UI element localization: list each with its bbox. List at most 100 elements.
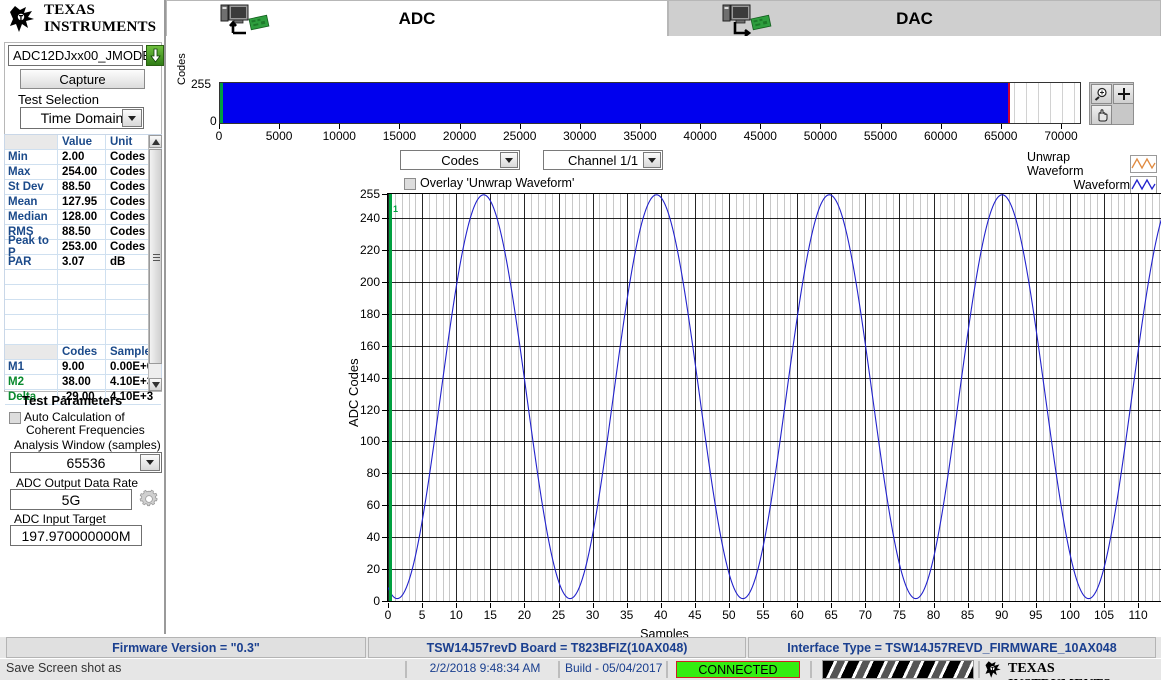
- legend-item-unwrap-waveform[interactable]: Unwrap Waveform: [1027, 150, 1157, 178]
- chevron-down-icon[interactable]: [500, 152, 518, 168]
- test-selection-label: Test Selection: [18, 92, 99, 107]
- main-chart-xtick-label: 15: [483, 608, 497, 622]
- overview-cursor-2[interactable]: [1008, 83, 1011, 123]
- main-chart-xtick-label: 65: [824, 608, 838, 622]
- stat-value: 2.00: [57, 150, 105, 164]
- table-row-empty: [5, 330, 161, 345]
- chart-legend: Unwrap Waveform Waveform: [1027, 150, 1157, 197]
- crosshair-plus-button[interactable]: [1113, 84, 1134, 104]
- download-button[interactable]: [146, 45, 164, 66]
- scrollbar-thumb[interactable]: [149, 149, 162, 364]
- main-chart-xtick-label: 60: [790, 608, 804, 622]
- stat-name: Min: [8, 151, 28, 163]
- table-row[interactable]: M2 38.00 4.10E+3: [5, 375, 161, 390]
- overview-y-axis-label: Codes: [176, 53, 188, 85]
- auto-calculation-checkbox[interactable]: [9, 412, 21, 424]
- stat-unit: Codes: [105, 180, 150, 194]
- main-chart-plot[interactable]: 1: [387, 193, 1161, 602]
- ti-logo-line2: INSTRUMENTS: [44, 19, 157, 35]
- analysis-window-select[interactable]: 65536: [10, 452, 162, 473]
- tab-dac[interactable]: DAC: [668, 0, 1161, 36]
- stat-value: 254.00: [57, 165, 105, 179]
- activity-stripes-indicator: [822, 660, 974, 679]
- save-screenshot-label[interactable]: Save Screen shot as: [6, 661, 121, 675]
- table-row-empty: [5, 285, 161, 300]
- pan-hand-button[interactable]: [1091, 105, 1112, 125]
- stat-unit: Codes: [105, 210, 150, 224]
- status-bar-top: Firmware Version = "0.3" TSW14J57revD Bo…: [0, 637, 1161, 658]
- overview-xtick-label: 50000: [803, 129, 838, 143]
- overview-cursor-1[interactable]: [220, 83, 223, 123]
- scroll-up-arrow-icon[interactable]: [149, 135, 162, 148]
- main-chart-y-axis: 0 20 40 60 80 100 120 140 160 180 200 220 240 255: [348, 187, 387, 608]
- table-row[interactable]: Max 254.00 Codes: [5, 165, 161, 180]
- adc-input-target-frequency-input[interactable]: 197.970000000M: [10, 525, 142, 546]
- tab-adc[interactable]: ADC: [166, 0, 668, 36]
- crosshair-plus-icon: [1117, 88, 1130, 100]
- gear-icon[interactable]: [138, 488, 160, 510]
- chevron-down-icon[interactable]: [643, 152, 661, 168]
- stat-value: 253.00: [57, 240, 105, 254]
- left-control-panel: TEXAS INSTRUMENTS ADC12DJxx00_JMODE Capt…: [0, 0, 166, 634]
- main-chart-xtick-label: 20: [517, 608, 532, 622]
- capture-button[interactable]: Capture: [20, 69, 145, 89]
- overview-xtick-label: 15000: [382, 129, 417, 143]
- table-row[interactable]: Median 128.00 Codes: [5, 210, 161, 225]
- zoom-magnifier-button[interactable]: [1091, 84, 1112, 104]
- device-select[interactable]: ADC12DJxx00_JMODE: [8, 45, 151, 66]
- table-header-row: Value Unit: [5, 135, 161, 150]
- scrollbar-grip-icon: [153, 254, 160, 261]
- chevron-down-icon[interactable]: [140, 454, 160, 471]
- table-row[interactable]: St Dev 88.50 Codes: [5, 180, 161, 195]
- statistics-table-scrollbar[interactable]: [148, 135, 162, 391]
- interface-type-status: Interface Type = TSW14J57REVD_FIRMWARE_1…: [748, 637, 1156, 658]
- main-chart-ytick-label: 160: [359, 338, 380, 353]
- capture-button-label: Capture: [59, 71, 106, 87]
- overview-ytick-max: 255: [191, 77, 212, 91]
- main-chart-xtick-label: 90: [995, 608, 1009, 622]
- main-chart-ytick-label: 20: [366, 562, 380, 577]
- table-row[interactable]: Peak to P 253.00 Codes: [5, 235, 161, 259]
- test-selection-select[interactable]: Time Domain: [20, 107, 144, 129]
- overlay-unwrap-label: Overlay 'Unwrap Waveform': [420, 176, 575, 190]
- overlay-unwrap-checkbox[interactable]: [404, 178, 416, 190]
- main-chart-xtick-label: 30: [585, 608, 600, 622]
- tab-bar: ADC DAC: [166, 0, 1161, 36]
- stat-name: St Dev: [8, 181, 44, 193]
- status-bar-bottom: Save Screen shot as 2/2/2018 9:48:34 AM …: [0, 659, 1161, 680]
- main-chart-x-axis: 0 5 10 15 20 25 30 35 40 45 50 55 60 65 70 75 80 85 90 95 10…: [384, 603, 1161, 625]
- main-chart-cursor-1[interactable]: [389, 194, 392, 601]
- table-row[interactable]: M1 9.00 0.00E+0: [5, 360, 161, 375]
- marker-sample: 0.00E+0: [105, 360, 153, 374]
- table-row[interactable]: PAR 3.07 dB: [5, 255, 161, 270]
- test-selection-value: Time Domain: [40, 110, 124, 126]
- tab-adc-label: ADC: [398, 8, 436, 28]
- units-select[interactable]: Codes: [400, 150, 520, 170]
- ti-texas-mark-icon: [985, 661, 1001, 678]
- board-status: TSW14J57revD Board = T823BFIZ(10AX048): [368, 637, 746, 658]
- chevron-down-icon[interactable]: [122, 109, 142, 127]
- table-row[interactable]: Mean 127.95 Codes: [5, 195, 161, 210]
- adc-output-data-rate-input[interactable]: 5G: [10, 489, 132, 510]
- overview-ytick-min: 0: [210, 114, 217, 128]
- main-chart-ytick-label: 180: [359, 306, 380, 321]
- channel-select[interactable]: Channel 1/1: [543, 150, 663, 170]
- channel-select-value: Channel 1/1: [567, 152, 639, 168]
- main-chart-xtick-label: 55: [756, 608, 770, 622]
- legend-item-waveform[interactable]: Waveform: [1027, 176, 1157, 194]
- marker-codes: 38.00: [57, 375, 105, 389]
- overview-xtick-label: 20000: [442, 129, 477, 143]
- stat-value: 3.07: [57, 255, 105, 269]
- ti-texas-mark-icon: [10, 6, 34, 32]
- stat-unit: Codes: [105, 150, 150, 164]
- overview-xtick-label: 40000: [683, 129, 717, 143]
- overview-plot[interactable]: [219, 82, 1081, 124]
- overview-chart-toolbar: [1089, 82, 1134, 125]
- main-chart-xtick-label: 95: [1029, 608, 1043, 622]
- download-arrow-icon: [149, 48, 161, 63]
- stat-unit: Codes: [105, 240, 150, 254]
- main-chart-xtick-label: 0: [384, 608, 392, 622]
- main-chart-xtick-label: 5: [418, 608, 426, 622]
- table-row[interactable]: Min 2.00 Codes: [5, 150, 161, 165]
- scroll-down-arrow-icon[interactable]: [149, 378, 162, 391]
